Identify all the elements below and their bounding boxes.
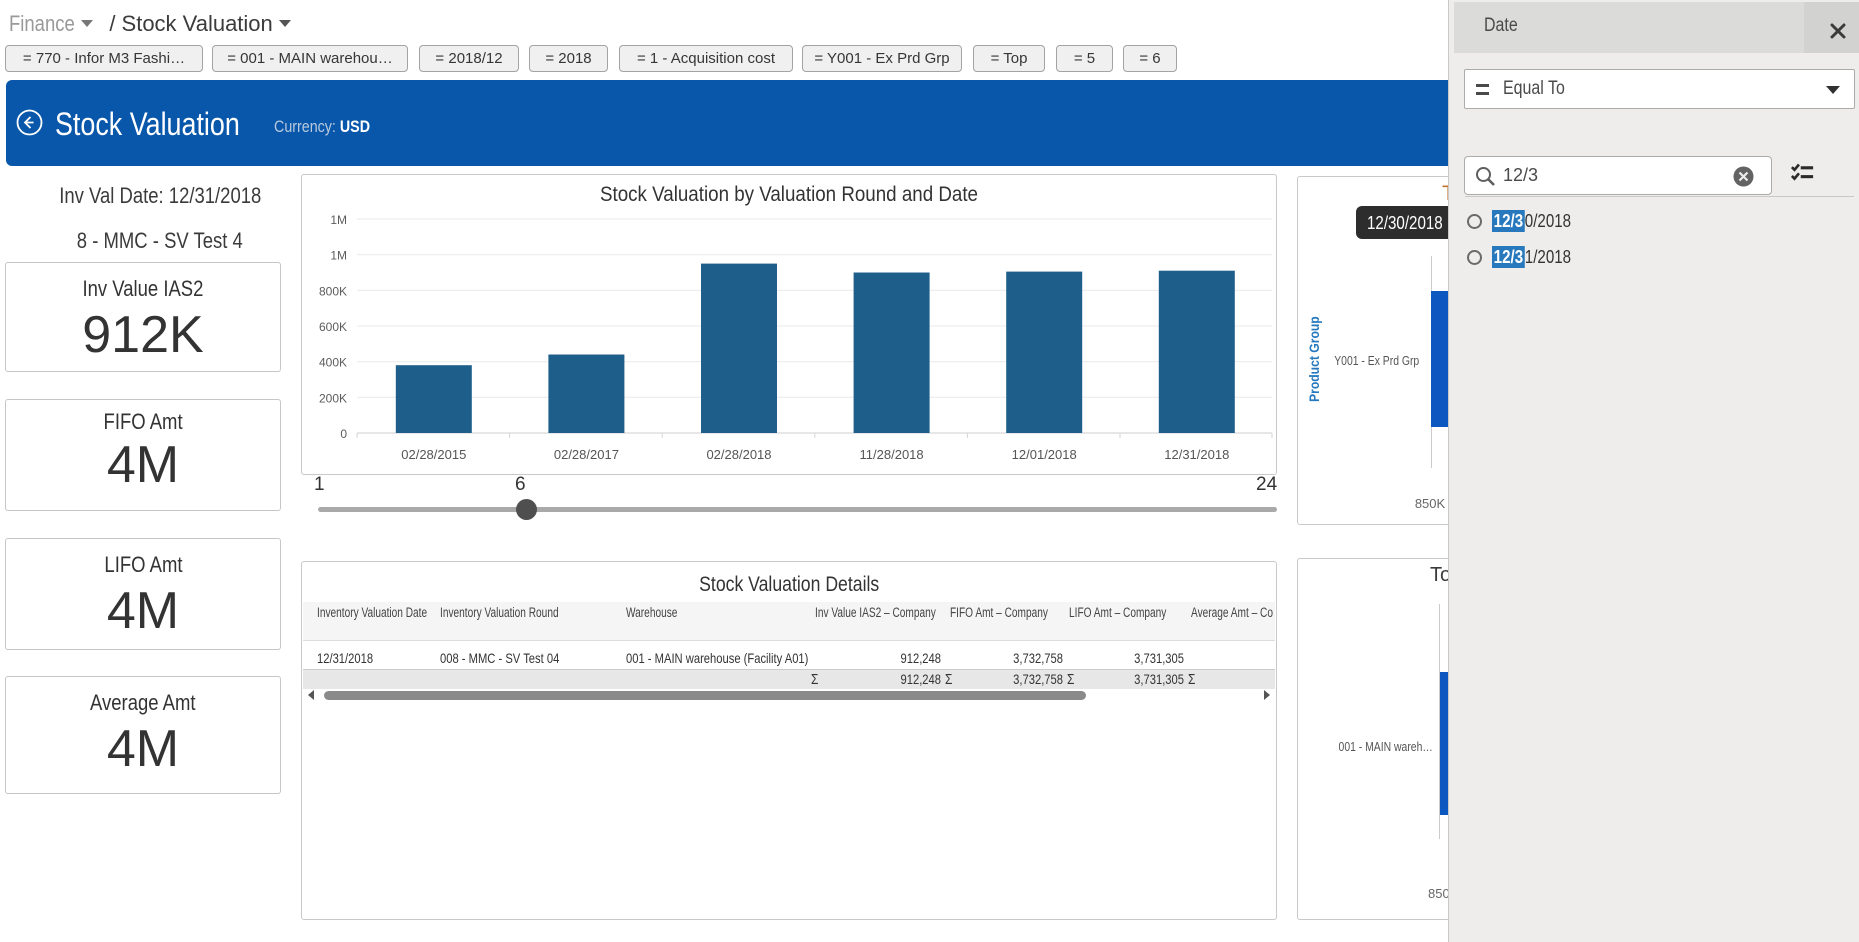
svg-text:600K: 600K: [319, 320, 347, 334]
svg-text:Stock Valuation by Valuation R: Stock Valuation by Valuation Round and D…: [600, 183, 978, 206]
svg-text:0: 0: [340, 427, 347, 441]
svg-text:1M: 1M: [330, 249, 347, 263]
svg-text:800K: 800K: [319, 284, 347, 298]
svg-text:11/28/2018: 11/28/2018: [860, 447, 924, 462]
svg-text:400K: 400K: [319, 356, 347, 370]
svg-text:02/28/2017: 02/28/2017: [554, 447, 619, 462]
svg-text:02/28/2018: 02/28/2018: [706, 447, 771, 462]
svg-text:200K: 200K: [319, 391, 347, 405]
svg-text:12/01/2018: 12/01/2018: [1012, 447, 1077, 462]
svg-text:02/28/2015: 02/28/2015: [401, 447, 466, 462]
svg-text:1M: 1M: [330, 213, 347, 227]
svg-text:12/31/2018: 12/31/2018: [1164, 447, 1229, 462]
